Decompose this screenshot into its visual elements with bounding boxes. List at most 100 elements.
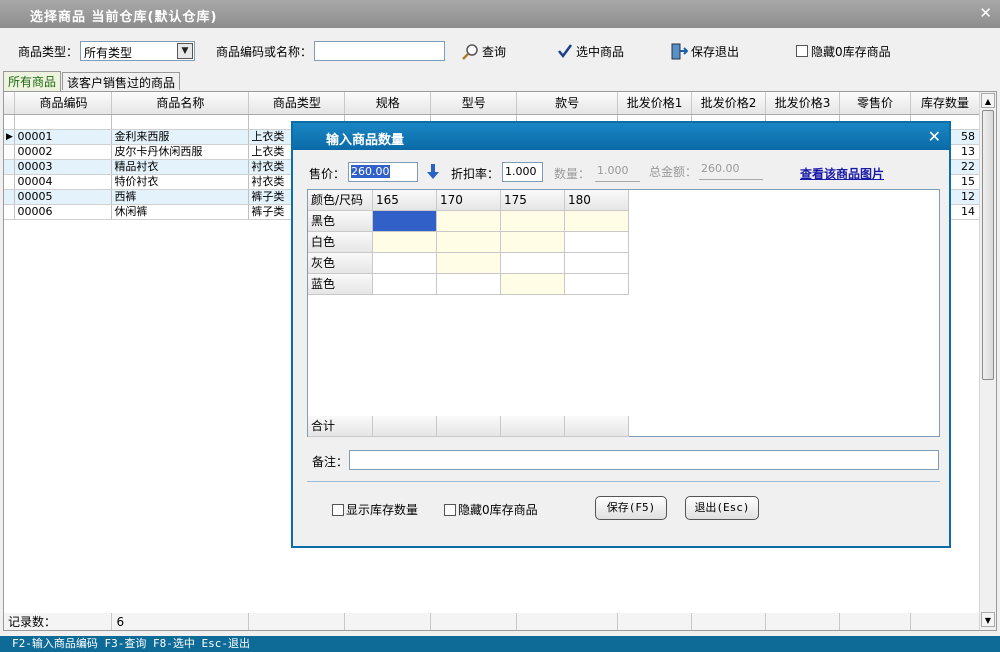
arrow-down-icon[interactable] — [427, 164, 439, 180]
col-header-retail[interactable]: 零售价 — [839, 92, 911, 115]
col-header-model[interactable]: 型号 — [430, 92, 518, 115]
cell-code: 00002 — [14, 144, 113, 160]
price-input[interactable]: 260.00 — [348, 162, 418, 182]
search-icon — [462, 43, 478, 60]
price-label: 售价： — [309, 167, 346, 181]
scroll-thumb[interactable] — [982, 110, 994, 380]
dialog-close-icon[interactable]: ✕ — [928, 127, 941, 146]
matrix-size-header: 180 — [565, 190, 629, 211]
matrix-corner-header: 颜色/尺码 — [308, 190, 373, 211]
col-header-wholesale3[interactable]: 批发价格3 — [765, 92, 840, 115]
matrix-color-header: 蓝色 — [308, 274, 373, 295]
code-label: 商品编码或名称： — [216, 45, 313, 59]
tab-customer-sold-goods[interactable]: 该客户销售过的商品 — [62, 72, 181, 90]
window-titlebar: 选择商品 当前仓库(默认仓库) ✕ — [0, 0, 1000, 28]
matrix-size-header: 175 — [501, 190, 565, 211]
matrix-cell[interactable] — [501, 274, 565, 295]
matrix-cell[interactable] — [437, 274, 501, 295]
select-goods-label: 选中商品 — [576, 44, 625, 59]
show-stock-label: 显示库存数量 — [346, 503, 419, 517]
cell-name: 特价衬衣 — [111, 174, 250, 190]
discount-input[interactable]: 1.000 — [502, 162, 543, 182]
category-select[interactable]: 所有类型 ▼ — [80, 41, 195, 61]
matrix-cell[interactable] — [565, 211, 629, 232]
col-header-style[interactable]: 款号 — [516, 92, 619, 115]
category-label: 商品类型： — [18, 45, 79, 59]
scroll-down-icon[interactable]: ▼ — [981, 612, 995, 627]
vertical-scrollbar[interactable]: ▲ ▼ — [979, 92, 996, 630]
checkbox-box[interactable] — [332, 503, 344, 516]
query-button[interactable]: 查询 — [462, 41, 506, 61]
matrix-cell[interactable] — [373, 211, 437, 232]
record-count-label: 记录数： — [4, 613, 113, 630]
col-header-type[interactable]: 商品类型 — [248, 92, 346, 115]
matrix-cell[interactable] — [437, 232, 501, 253]
code-search-input[interactable] — [314, 41, 445, 61]
matrix-size-header: 165 — [373, 190, 437, 211]
dialog-hide-zero-label: 隐藏0库存商品 — [458, 503, 538, 517]
toolbar: 商品类型： 所有类型 ▼ 商品编码或名称： 查询 选中商品 保存退出 隐藏0库存… — [0, 28, 1000, 72]
qty-label: 数量： — [554, 167, 591, 181]
save-exit-label: 保存退出 — [691, 44, 740, 59]
save-exit-button[interactable]: 保存退出 — [671, 41, 739, 61]
matrix-cell[interactable] — [565, 253, 629, 274]
category-select-value: 所有类型 — [84, 46, 133, 60]
show-stock-checkbox[interactable]: 显示库存数量 — [332, 501, 418, 518]
matrix-total-label: 合计 — [308, 416, 373, 437]
cell-name: 休闲裤 — [111, 204, 250, 220]
tab-all-goods[interactable]: 所有商品 — [3, 71, 62, 91]
grid-header-row: 商品编码 商品名称 商品类型 规格 型号 款号 批发价格1 批发价格2 批发价格… — [4, 92, 981, 115]
checkbox-box[interactable] — [796, 45, 808, 57]
matrix-color-header: 白色 — [308, 232, 373, 253]
total-label: 总金额： — [649, 165, 698, 179]
view-image-link[interactable]: 查看该商品图片 — [800, 165, 884, 182]
matrix-size-header: 170 — [437, 190, 501, 211]
save-button[interactable]: 保存(F5) — [595, 496, 667, 520]
matrix-cell[interactable] — [437, 253, 501, 274]
size-color-matrix: 颜色/尺码 165 170 175 180 黑色 白色 灰色 蓝色 合计 — [307, 189, 940, 437]
checkmark-icon — [558, 44, 573, 59]
exit-button[interactable]: 退出(Esc) — [685, 496, 759, 520]
col-header-spec[interactable]: 规格 — [344, 92, 432, 115]
query-label: 查询 — [482, 44, 507, 59]
matrix-cell[interactable] — [501, 232, 565, 253]
col-header-name[interactable]: 商品名称 — [111, 92, 250, 115]
hide-zero-stock-checkbox[interactable]: 隐藏0库存商品 — [796, 41, 891, 61]
matrix-cell[interactable] — [373, 253, 437, 274]
remark-input[interactable] — [349, 450, 939, 470]
close-icon[interactable]: ✕ — [979, 4, 992, 22]
checkbox-box[interactable] — [444, 503, 456, 516]
chevron-down-icon[interactable]: ▼ — [177, 43, 193, 59]
cell-name: 金利来西服 — [111, 129, 250, 145]
qty-input: 1.000 — [595, 162, 640, 182]
col-header-wholesale2[interactable]: 批发价格2 — [691, 92, 767, 115]
matrix-total-cell — [565, 416, 629, 437]
cell-name: 精品衬衣 — [111, 159, 250, 175]
matrix-cell[interactable] — [373, 232, 437, 253]
row-pointer-icon: ▶ — [4, 129, 16, 145]
cell-name: 皮尔卡丹休闲西服 — [111, 144, 250, 160]
matrix-cell[interactable] — [565, 232, 629, 253]
matrix-total-cell — [501, 416, 565, 437]
matrix-cell[interactable] — [501, 253, 565, 274]
col-header-stock[interactable]: 库存数量 — [910, 92, 981, 115]
matrix-cell[interactable] — [437, 211, 501, 232]
dialog-hide-zero-checkbox[interactable]: 隐藏0库存商品 — [444, 501, 538, 518]
select-goods-button[interactable]: 选中商品 — [557, 41, 624, 61]
col-header-code[interactable]: 商品编码 — [14, 92, 113, 115]
cell-code: 00001 — [14, 129, 113, 145]
matrix-color-header: 黑色 — [308, 211, 373, 232]
input-quantity-dialog: 输入商品数量 ✕ 售价： 260.00 折扣率： 1.000 数量： 1.000… — [291, 121, 951, 548]
cell-name: 西裤 — [111, 189, 250, 205]
window-title: 选择商品 当前仓库(默认仓库) — [30, 10, 218, 25]
matrix-cell[interactable] — [565, 274, 629, 295]
matrix-total-cell — [437, 416, 501, 437]
tab-bar: 所有商品 该客户销售过的商品 — [0, 71, 1000, 91]
matrix-cell[interactable] — [501, 211, 565, 232]
grid-header-indicator — [4, 92, 16, 115]
matrix-cell[interactable] — [373, 274, 437, 295]
col-header-wholesale1[interactable]: 批发价格1 — [617, 92, 693, 115]
scroll-up-icon[interactable]: ▲ — [981, 93, 995, 108]
hide-zero-label: 隐藏0库存商品 — [811, 44, 891, 59]
divider — [307, 481, 940, 482]
